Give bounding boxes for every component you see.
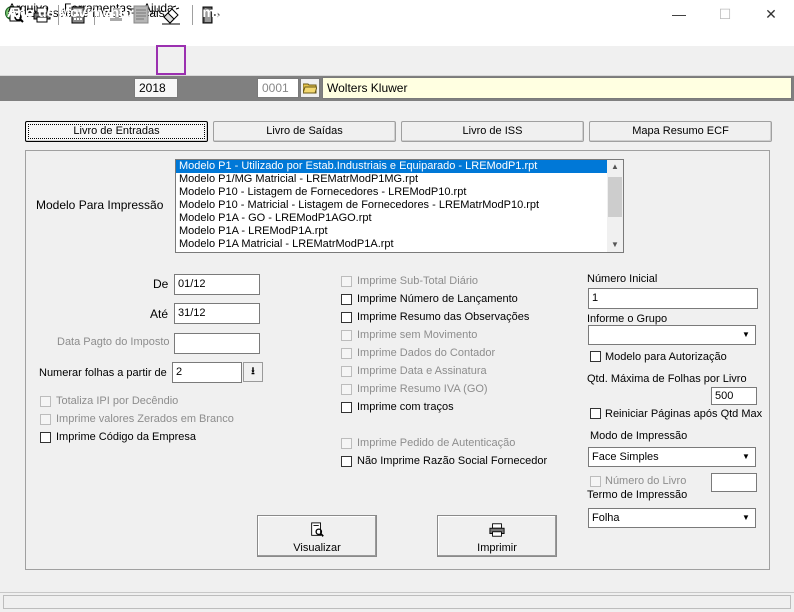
numero-inicial-input[interactable]: 1 [588,288,758,309]
checkbox-label: Imprime sem Movimento [357,329,478,341]
empresa-code-field[interactable]: 0001 [257,78,299,98]
modelo-list-rows: Modelo P1 - Utilizado por Estab.Industri… [176,160,623,251]
ate-label: Até [150,307,169,321]
informe-grupo-label: Informe o Grupo [587,313,668,325]
list-item[interactable]: Modelo P1/MG Matricial - LREMatrModP1MG.… [176,173,623,186]
ano-field[interactable]: 2018 [134,78,178,98]
list-item[interactable]: Modelo P1A - LREModP1A.rpt [176,225,623,238]
eraser-icon[interactable] [159,3,183,27]
modo-label: Modo de Impressão [590,430,688,442]
termo-label: Termo de Impressão [587,489,688,501]
numerar-down-button[interactable]: ⭳ [243,362,263,382]
modelo-autorizacao-label: Modelo para Autorização [605,351,727,363]
maximize-button[interactable]: ☐ [702,0,748,28]
checkbox[interactable] [341,330,352,341]
tab-livro-entradas[interactable]: Livro de Entradas [25,121,208,142]
checkbox[interactable] [341,276,352,287]
modelo-scrollbar[interactable]: ▲ ▼ [607,160,623,252]
list-item[interactable]: Modelo P1 - Utilizado por Estab.Industri… [176,160,623,173]
open-folder-button[interactable] [300,78,320,98]
checkbox-label: Imprime Sub-Total Diário [357,275,479,287]
empresa-name-field: Wolters Kluwer [322,77,792,99]
reiniciar-checkbox[interactable] [590,408,601,419]
toolbar [0,46,794,76]
checkbox-label: Imprime Resumo das Observações [357,311,530,323]
empresa-label: Empresa [193,4,253,20]
checkbox-label: Imprime Data e Assinatura [357,365,487,377]
tab-livro-iss[interactable]: Livro de ISS [401,121,584,142]
chevron-down-icon[interactable]: ▼ [738,327,754,343]
checkbox-label: Não Imprime Razão Social Fornecedor [357,455,548,467]
menu-bar [0,28,794,46]
checkbox[interactable] [40,432,51,443]
visualizar-label: Visualizar [293,542,341,554]
list-item[interactable]: Modelo P10 - Matricial - Listagem de For… [176,199,623,212]
chevron-down-icon[interactable]: ▼ [738,510,754,526]
checkbox-label: Imprime valores Zerados em Branco [56,413,234,425]
report-icon[interactable] [130,3,154,27]
ate-input[interactable]: 31/12 [174,303,260,324]
status-panel [3,595,791,609]
qtd-max-input[interactable]: 500 [711,387,757,405]
numero-livro-checkbox[interactable] [590,476,601,487]
list-item[interactable]: Modelo P1A Matricial - LREMatrModP1A.rpt [176,238,623,251]
preview-icon [258,522,376,541]
tab-mapa-resumo-ecf[interactable]: Mapa Resumo ECF [589,121,772,142]
checkbox[interactable] [341,348,352,359]
checkbox-label: Imprime Dados do Contador [357,347,496,359]
ano-label: Ano de Movimento [7,4,133,20]
checkbox-label: Totaliza IPI por Decêndio [56,395,179,407]
de-input[interactable]: 01/12 [174,274,260,295]
tab-livro-saidas[interactable]: Livro de Saídas [213,121,396,142]
modelo-autorizacao-checkbox[interactable] [590,351,601,362]
informe-grupo-combo[interactable]: ▼ [588,325,756,345]
checkbox[interactable] [341,366,352,377]
termo-value: Folha [592,512,620,524]
list-item[interactable]: Modelo P10 - Listagem de Fornecedores - … [176,186,623,199]
checkbox[interactable] [40,414,51,425]
numero-livro-label: Número do Livro [605,475,687,487]
checkbox-label: Imprime Número de Lançamento [357,293,518,305]
checkbox-label: Imprime Código da Empresa [56,431,197,443]
data-pagto-input[interactable] [174,333,260,354]
scroll-down-icon[interactable]: ▼ [607,238,623,252]
imprimir-button[interactable]: Imprimir [437,515,557,557]
checkbox-label: Imprime Pedido de Autenticação [357,437,516,449]
data-pagto-label: Data Pagto do Imposto [57,336,170,348]
qtd-max-label: Qtd. Máxima de Folhas por Livro [587,373,747,385]
modo-value: Face Simples [592,451,659,463]
checkbox[interactable] [341,312,352,323]
highlight-box [156,45,186,75]
checkbox[interactable] [341,384,352,395]
close-button[interactable]: ✕ [748,0,794,28]
scroll-up-icon[interactable]: ▲ [607,160,623,174]
termo-combo[interactable]: Folha ▼ [588,508,756,528]
checkbox[interactable] [341,402,352,413]
numerar-input[interactable]: 2 [172,362,242,383]
checkbox-label: Imprime com traços [357,401,454,413]
checkbox-label: Imprime Resumo IVA (GO) [357,383,488,395]
print-icon [438,522,556,541]
minimize-button[interactable]: — [656,0,702,28]
visualizar-button[interactable]: Visualizar [257,515,377,557]
folder-icon [303,83,317,94]
checkbox[interactable] [341,294,352,305]
checkbox[interactable] [341,438,352,449]
reiniciar-label: Reiniciar Páginas após Qtd Max [605,408,763,420]
numerar-label: Numerar folhas a partir de [39,367,167,379]
imprimir-label: Imprimir [477,542,517,554]
numero-livro-input[interactable] [711,473,757,492]
chevron-down-icon[interactable]: ▼ [738,449,754,465]
modelo-label: Modelo Para Impressão [36,198,164,212]
modo-combo[interactable]: Face Simples ▼ [588,447,756,467]
modelo-listbox[interactable]: Modelo P1 - Utilizado por Estab.Industri… [175,159,624,253]
numero-inicial-label: Número Inicial [587,273,658,285]
de-label: De [153,277,169,291]
checkbox[interactable] [341,456,352,467]
list-item[interactable]: Modelo P1A - GO - LREModP1AGO.rpt [176,212,623,225]
checkbox[interactable] [40,396,51,407]
scroll-thumb[interactable] [608,177,622,217]
